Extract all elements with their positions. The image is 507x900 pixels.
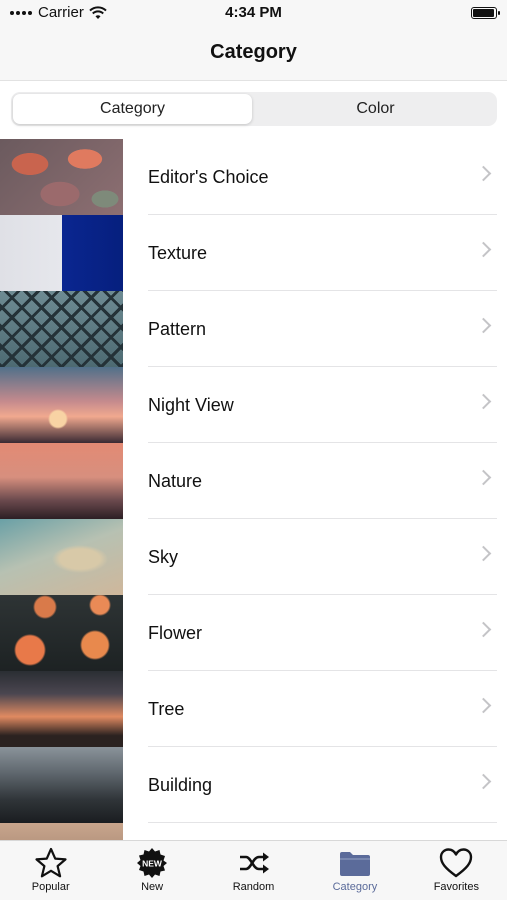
category-row-sky[interactable]: Sky xyxy=(0,519,507,595)
category-row-editors-choice[interactable]: Editor's Choice xyxy=(0,139,507,215)
tab-label: Random xyxy=(232,881,275,893)
category-label: Sky xyxy=(148,547,179,567)
tab-random[interactable]: Random xyxy=(203,841,304,900)
tab-label: Favorites xyxy=(433,881,479,893)
category-label: Night View xyxy=(148,395,234,415)
new-badge-icon: NEW xyxy=(137,848,168,878)
tab-label: New xyxy=(141,881,164,893)
page-title: Category xyxy=(210,41,297,63)
tab-popular[interactable]: Popular xyxy=(0,841,101,900)
category-label: Nature xyxy=(148,471,203,491)
battery-level xyxy=(473,9,494,17)
category-row-nature[interactable]: Nature xyxy=(0,443,507,519)
category-label: Pattern xyxy=(148,319,207,339)
shuffle-icon xyxy=(239,852,269,874)
tab-bar: Popular NEW New Random Category Favorite… xyxy=(0,840,507,900)
category-label: Flower xyxy=(148,623,203,643)
tab-label: Popular xyxy=(31,881,70,893)
status-bar: Carrier 4:34 PM xyxy=(0,0,507,26)
chevron-right-icon xyxy=(475,621,492,638)
chevron-right-icon xyxy=(475,317,492,334)
thumbnail-image xyxy=(0,367,123,443)
thumbnail-image xyxy=(0,443,123,519)
segment-category[interactable]: Category xyxy=(13,94,252,124)
thumbnail-image xyxy=(0,519,123,595)
chevron-right-icon xyxy=(475,241,492,258)
tab-favorites[interactable]: Favorites xyxy=(406,841,507,900)
folder-icon xyxy=(339,852,370,876)
thumbnail-image xyxy=(0,747,123,823)
category-row-texture[interactable]: Texture xyxy=(0,215,507,291)
thumbnail-image xyxy=(0,823,123,840)
new-badge-text: NEW xyxy=(142,859,163,869)
chevron-right-icon xyxy=(475,697,492,714)
thumbnail-image xyxy=(0,215,123,291)
tab-new[interactable]: NEW New xyxy=(101,841,202,900)
category-row-building[interactable]: Building xyxy=(0,747,507,823)
chevron-right-icon xyxy=(475,165,492,182)
chevron-right-icon xyxy=(475,545,492,562)
category-label: Building xyxy=(148,775,213,795)
navigation-bar: Category xyxy=(0,26,507,81)
tab-category[interactable]: Category xyxy=(304,841,405,900)
category-row-pattern[interactable]: Pattern xyxy=(0,291,507,367)
thumbnail-image xyxy=(0,291,123,367)
thumbnail-image xyxy=(0,139,123,215)
category-label: Tree xyxy=(148,699,185,719)
category-color-segmented-control: Category Color xyxy=(11,92,497,126)
chevron-right-icon xyxy=(475,773,492,790)
segment-container: Category Color xyxy=(0,81,507,137)
chevron-right-icon xyxy=(475,469,492,486)
category-label: Editor's Choice xyxy=(148,167,269,187)
star-icon xyxy=(35,847,67,878)
status-time: 4:34 PM xyxy=(225,4,282,21)
thumbnail-image xyxy=(0,671,123,747)
chevron-right-icon xyxy=(475,393,492,410)
tab-label: Category xyxy=(332,881,378,893)
heart-icon xyxy=(440,848,473,878)
category-list: Editor's Choice Texture Pattern Night Vi… xyxy=(0,139,507,840)
thumbnail-image xyxy=(0,595,123,671)
category-row-night-view[interactable]: Night View xyxy=(0,367,507,443)
category-label: Texture xyxy=(148,243,208,263)
category-row-tree[interactable]: Tree xyxy=(0,671,507,747)
battery-icon xyxy=(471,7,500,19)
segment-color[interactable]: Color xyxy=(256,94,495,124)
category-row-partial[interactable] xyxy=(0,823,507,840)
category-row-flower[interactable]: Flower xyxy=(0,595,507,671)
